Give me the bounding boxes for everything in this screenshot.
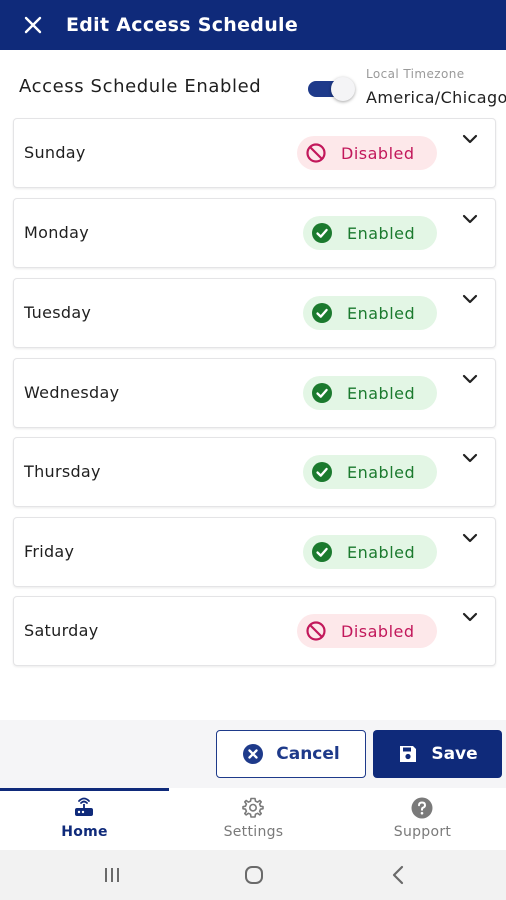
- block-icon: [306, 621, 326, 641]
- nav-support[interactable]: Support: [338, 788, 506, 850]
- nav-settings[interactable]: Settings: [169, 788, 338, 850]
- save-button[interactable]: Save: [373, 730, 502, 778]
- check-circle-icon: [312, 303, 332, 323]
- router-icon: [75, 797, 93, 816]
- schedule-toggle-switch[interactable]: [308, 77, 355, 101]
- chevron-down-icon[interactable]: [462, 213, 478, 225]
- day-name: Sunday: [24, 143, 86, 162]
- save-icon: [400, 746, 417, 762]
- chevron-down-icon[interactable]: [462, 373, 478, 385]
- status-badge: Disabled: [297, 136, 437, 170]
- cancel-circle-icon: [243, 744, 264, 764]
- day-name: Saturday: [24, 621, 99, 640]
- app-header: Edit Access Schedule: [0, 0, 506, 50]
- help-icon: [411, 797, 433, 819]
- recent-apps-button[interactable]: [82, 850, 142, 900]
- status-badge: Enabled: [303, 216, 437, 250]
- back-chevron-icon: [392, 865, 404, 885]
- check-circle-icon: [312, 383, 332, 403]
- day-name: Thursday: [24, 462, 101, 481]
- status-badge: Enabled: [303, 296, 437, 330]
- action-bar: Cancel Save: [0, 720, 506, 788]
- chevron-down-icon[interactable]: [462, 532, 478, 544]
- status-text: Enabled: [347, 303, 416, 323]
- nav-settings-label: Settings: [223, 824, 284, 840]
- chevron-down-icon[interactable]: [462, 611, 478, 623]
- status-text: Enabled: [347, 542, 416, 562]
- bottom-nav: Home Settings Support: [0, 788, 506, 850]
- status-badge: Enabled: [303, 376, 437, 410]
- check-circle-icon: [312, 462, 332, 482]
- close-button[interactable]: [0, 0, 66, 50]
- day-card-saturday[interactable]: Saturday Disabled: [13, 596, 496, 666]
- day-card-sunday[interactable]: Sunday Disabled: [13, 118, 496, 188]
- day-card-thursday[interactable]: Thursday Enabled: [13, 437, 496, 507]
- chevron-down-icon[interactable]: [462, 133, 478, 145]
- page-title: Edit Access Schedule: [66, 14, 299, 36]
- timezone-value: America/Chicago: [366, 88, 506, 107]
- home-circle-icon: [245, 866, 263, 884]
- save-label: Save: [431, 744, 478, 764]
- day-card-friday[interactable]: Friday Enabled: [13, 517, 496, 587]
- home-system-button[interactable]: [224, 850, 284, 900]
- chevron-down-icon[interactable]: [462, 452, 478, 464]
- status-text: Enabled: [347, 462, 416, 482]
- check-circle-icon: [312, 542, 332, 562]
- day-name: Monday: [24, 223, 89, 242]
- nav-support-label: Support: [393, 824, 452, 840]
- day-name: Tuesday: [24, 303, 92, 322]
- status-text: Enabled: [347, 223, 416, 243]
- recent-apps-icon: [105, 868, 119, 882]
- day-card-wednesday[interactable]: Wednesday Enabled: [13, 358, 496, 428]
- schedule-settings-row: Access Schedule Enabled Local Timezone A…: [0, 62, 506, 112]
- status-badge: Enabled: [303, 535, 437, 569]
- close-icon: [24, 16, 42, 34]
- status-badge: Enabled: [303, 455, 437, 489]
- schedule-toggle-label: Access Schedule Enabled: [19, 76, 262, 97]
- nav-home-label: Home: [61, 824, 108, 840]
- day-name: Friday: [24, 542, 75, 561]
- block-icon: [306, 143, 326, 163]
- status-text: Disabled: [341, 143, 415, 163]
- status-text: Disabled: [341, 621, 415, 641]
- timezone-label: Local Timezone: [366, 67, 465, 81]
- back-system-button[interactable]: [368, 850, 428, 900]
- day-card-monday[interactable]: Monday Enabled: [13, 198, 496, 268]
- day-name: Wednesday: [24, 383, 120, 402]
- check-circle-icon: [312, 223, 332, 243]
- toggle-knob: [331, 77, 355, 101]
- system-nav-bar: [0, 850, 506, 900]
- cancel-label: Cancel: [276, 744, 340, 764]
- nav-home[interactable]: Home: [0, 788, 169, 850]
- chevron-down-icon[interactable]: [462, 293, 478, 305]
- cancel-button[interactable]: Cancel: [216, 730, 366, 778]
- status-text: Enabled: [347, 383, 416, 403]
- status-badge: Disabled: [297, 614, 437, 648]
- day-card-tuesday[interactable]: Tuesday Enabled: [13, 278, 496, 348]
- gear-icon: [242, 797, 264, 818]
